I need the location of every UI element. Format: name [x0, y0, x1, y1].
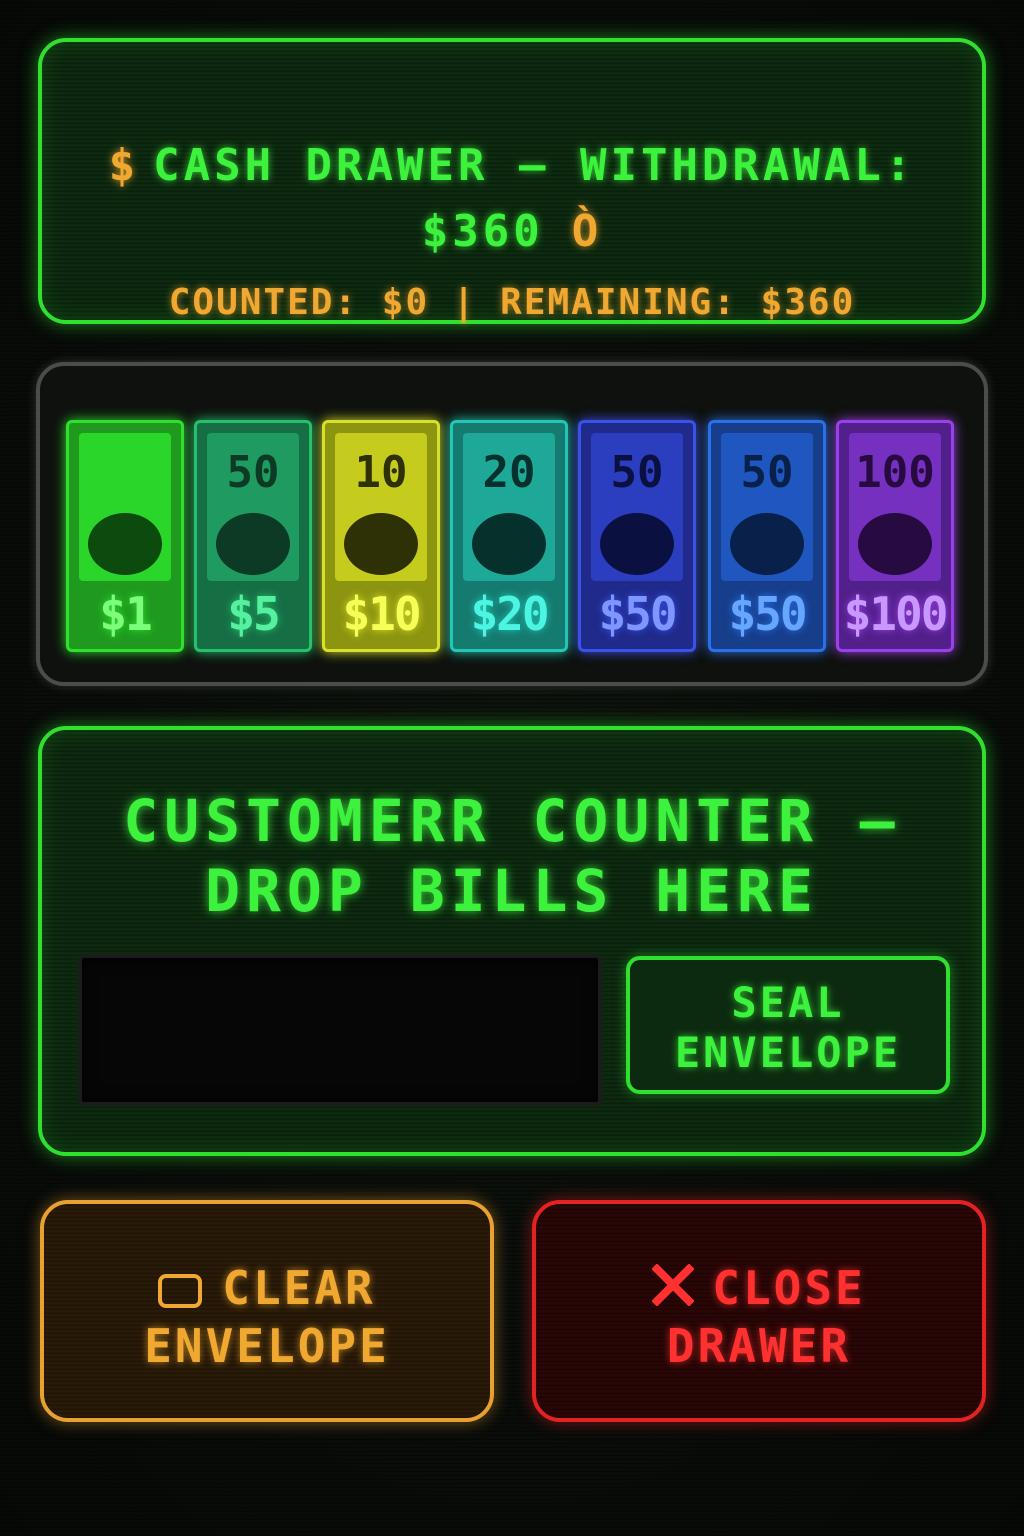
envelope-icon — [158, 1274, 203, 1308]
bill-value-label: $20 — [470, 587, 549, 641]
bill-face: 100 — [849, 433, 941, 581]
bill-value-label: $10 — [342, 587, 421, 641]
withdrawal-header: $ CASH DRAWER – WITHDRAWAL: $360 Ò COUNTED… — [38, 38, 986, 324]
header-title-row: $ CASH DRAWER – WITHDRAWAL: — [42, 140, 982, 191]
clear-button-line1-row: CLEAR — [44, 1260, 490, 1316]
seal-button-line1: SEAL — [731, 978, 845, 1027]
bill-value-label: $50 — [728, 587, 807, 641]
bill-face: 50 — [207, 433, 299, 581]
bill-face-label: 50 — [610, 447, 664, 498]
bill-seal-icon — [472, 513, 546, 575]
bill-value-label: $100 — [843, 587, 949, 641]
bill-face: 10 — [335, 433, 427, 581]
clear-button-line2: ENVELOPE — [144, 1319, 390, 1373]
bill-face — [79, 433, 171, 581]
close-button-line1-row: CLOSE — [536, 1260, 982, 1316]
coin-icon: Ò — [571, 206, 603, 257]
bill-face: 50 — [591, 433, 683, 581]
dollar-icon: $ — [108, 140, 140, 191]
counter-title-line2: DROP BILLS HERE — [205, 857, 819, 925]
bill-seal-icon — [216, 513, 290, 575]
counter-title-line1: CUSTOMERR COUNTER – — [123, 787, 901, 855]
withdrawal-amount-row: $360 Ò — [42, 206, 982, 257]
count-status: COUNTED: $0 | REMAINING: $360 — [168, 282, 856, 323]
bill-value-label: $5 — [227, 587, 280, 641]
bill-7[interactable]: 100 $100 — [836, 420, 954, 652]
close-x-icon — [652, 1264, 695, 1306]
bill-value-label: $1 — [99, 587, 152, 641]
header-title: CASH DRAWER – WITHDRAWAL: — [153, 140, 916, 191]
bill-seal-icon — [600, 513, 674, 575]
bill-seal-icon — [858, 513, 932, 575]
bill-seal-icon — [344, 513, 418, 575]
bill-6[interactable]: 50 $50 — [708, 420, 826, 652]
bill-tray: $1 50 $5 10 $10 20 $20 50 $50 50 $50 100 $100 — [36, 362, 988, 686]
bill-3[interactable]: 10 $10 — [322, 420, 440, 652]
close-button-line1: CLOSE — [712, 1261, 866, 1315]
close-drawer-button[interactable]: CLOSE DRAWER — [532, 1200, 986, 1422]
bill-face-label: 50 — [226, 447, 280, 498]
bill-face: 50 — [721, 433, 813, 581]
seal-button-line2: ENVELOPE — [674, 1028, 902, 1077]
bill-seal-icon — [730, 513, 804, 575]
counter-title: CUSTOMERR COUNTER – DROP BILLS HERE — [42, 786, 982, 926]
bill-face: 20 — [463, 433, 555, 581]
bill-4[interactable]: 20 $20 — [450, 420, 568, 652]
customer-counter: CUSTOMERR COUNTER – DROP BILLS HERE SEAL… — [38, 726, 986, 1156]
bill-seal-icon — [88, 513, 162, 575]
seal-envelope-button[interactable]: SEAL ENVELOPE — [626, 956, 950, 1094]
bill-face-label: 10 — [354, 447, 408, 498]
bill-1[interactable]: $1 — [66, 420, 184, 652]
bill-face-label: 100 — [855, 447, 935, 498]
bill-face-label: 50 — [740, 447, 794, 498]
bill-5[interactable]: 50 $50 — [578, 420, 696, 652]
bill-face-label: 20 — [482, 447, 536, 498]
bill-drop-zone[interactable] — [78, 954, 602, 1106]
bill-2[interactable]: 50 $5 — [194, 420, 312, 652]
close-button-line2: DRAWER — [666, 1319, 852, 1373]
clear-envelope-button[interactable]: CLEAR ENVELOPE — [40, 1200, 494, 1422]
withdrawal-amount: $360 — [421, 206, 544, 257]
clear-button-line1: CLEAR — [222, 1261, 376, 1315]
bill-value-label: $50 — [598, 587, 677, 641]
